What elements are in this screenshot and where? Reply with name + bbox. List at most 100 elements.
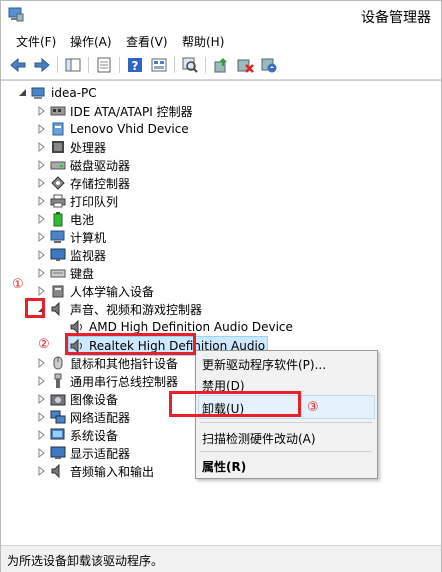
enable-device-icon[interactable] — [260, 56, 278, 74]
menu-item-properties[interactable]: 属性(R) — [202, 458, 246, 475]
tree-root[interactable]: idea-PC — [31, 84, 97, 102]
expand-arrow-icon[interactable] — [37, 231, 47, 243]
expand-arrow-icon[interactable] — [37, 465, 47, 477]
tree-item-audio-io[interactable]: 音频输入和输出 — [50, 462, 154, 480]
tree-item-storage-controllers[interactable]: 存储控制器 — [50, 174, 130, 192]
scan-hardware-icon[interactable] — [181, 56, 199, 74]
tree-item-lenovo-vhid[interactable]: Lenovo Vhid Device — [50, 120, 189, 138]
computer-icon — [50, 230, 65, 243]
expand-arrow-icon[interactable] — [37, 159, 47, 171]
tree-item-label: 监视器 — [70, 248, 107, 263]
hid-device-icon — [52, 122, 64, 136]
tree-item-label: 鼠标和其他指针设备 — [70, 356, 179, 371]
tree-item-usb-controllers[interactable]: 通用串行总线控制器 — [50, 372, 178, 390]
display-adapter-icon — [50, 446, 66, 459]
forward-arrow-icon[interactable] — [33, 56, 51, 74]
update-driver-icon[interactable] — [212, 56, 230, 74]
uninstall-device-icon[interactable] — [236, 56, 254, 74]
expand-arrow-icon[interactable] — [37, 267, 47, 279]
annotation-box-uninstall — [169, 391, 301, 417]
expand-arrow-icon[interactable] — [37, 447, 47, 459]
tree-item-label: 通用串行总线控制器 — [70, 374, 179, 389]
tree-item-ide-ata[interactable]: IDE ATA/ATAPI 控制器 — [50, 102, 193, 120]
expand-arrow-icon[interactable] — [37, 141, 47, 153]
expand-arrow-icon[interactable] — [37, 285, 47, 297]
menu-item-scan-hardware[interactable]: 扫描检测硬件改动(A) — [202, 430, 316, 447]
menu-help[interactable]: 帮助(H) — [182, 33, 224, 50]
show-hide-tree-icon[interactable] — [64, 56, 82, 74]
battery-icon — [53, 212, 63, 227]
expand-arrow-icon[interactable] — [37, 249, 47, 261]
menu-action[interactable]: 操作(A) — [70, 33, 112, 50]
toolbar: ? — [1, 51, 441, 80]
tree-item-keyboards[interactable]: 键盘 — [50, 264, 94, 282]
tree-item-label: 声音、视频和游戏控制器 — [70, 302, 203, 317]
menu-item-update-driver[interactable]: 更新驱动程序软件(P)... — [202, 356, 326, 373]
speaker-icon — [51, 301, 60, 317]
tree-item-label: 处理器 — [70, 140, 107, 155]
menu-separator — [200, 451, 372, 452]
annotation-step-2: ② — [38, 337, 50, 352]
expand-arrow-icon[interactable] — [37, 429, 47, 441]
toolbar-separator — [205, 57, 206, 73]
tree-item-processor[interactable]: 处理器 — [50, 138, 106, 156]
tree-item-label: 磁盘驱动器 — [70, 158, 131, 173]
collapse-arrow-icon[interactable] — [18, 87, 28, 99]
usb-icon — [54, 373, 62, 388]
printer-icon — [50, 194, 66, 208]
expand-arrow-icon[interactable] — [37, 123, 47, 135]
tree-item-imaging-devices[interactable]: 图像设备 — [50, 390, 118, 408]
tree-item-print-queues[interactable]: 打印队列 — [50, 192, 118, 210]
tree-item-sound-video-game[interactable]: 声音、视频和游戏控制器 — [50, 300, 202, 318]
tree-item-label: 网络适配器 — [70, 410, 131, 425]
annotation-step-3: ③ — [307, 400, 319, 415]
tree-item-system-devices[interactable]: 系统设备 — [50, 426, 118, 444]
hid-device-icon — [52, 285, 64, 298]
tree-item-computer[interactable]: 计算机 — [50, 228, 106, 246]
tree-item-label: 键盘 — [70, 266, 95, 281]
back-arrow-icon[interactable] — [9, 56, 27, 74]
svg-text:?: ? — [132, 59, 139, 73]
properties-sheet-icon[interactable] — [95, 56, 113, 74]
tree-item-network-adapters[interactable]: 网络适配器 — [50, 408, 130, 426]
expand-arrow-icon[interactable] — [37, 105, 47, 117]
tree-item-hid[interactable]: 人体学输入设备 — [50, 282, 154, 300]
toolbar-separator — [119, 57, 120, 73]
tree-item-mice[interactable]: 鼠标和其他指针设备 — [50, 354, 178, 372]
menu-view[interactable]: 查看(V) — [126, 33, 168, 50]
tree-item-label: 存储控制器 — [70, 176, 131, 191]
monitor-icon — [50, 248, 66, 261]
annotation-box-device — [65, 333, 196, 355]
view-resources-icon[interactable] — [150, 56, 168, 74]
menu-file[interactable]: 文件(F) — [16, 33, 56, 50]
disk-drive-icon — [50, 161, 66, 170]
help-icon[interactable]: ? — [126, 56, 144, 74]
device-manager-window: 设备管理器 文件(F) 操作(A) 查看(V) 帮助(H) ? idea-PC — [0, 0, 442, 572]
tree-item-label: 计算机 — [70, 230, 107, 245]
tree-root-label: idea-PC — [51, 86, 97, 100]
tree-item-disk-drives[interactable]: 磁盘驱动器 — [50, 156, 130, 174]
expand-arrow-icon[interactable] — [37, 357, 47, 369]
tree-item-monitors[interactable]: 监视器 — [50, 246, 106, 264]
tree-item-label: 图像设备 — [70, 392, 119, 407]
window-title: 设备管理器 — [361, 10, 431, 26]
expand-arrow-icon[interactable] — [37, 195, 47, 207]
tree-item-battery[interactable]: 电池 — [50, 210, 94, 228]
expand-arrow-icon[interactable] — [37, 393, 47, 405]
tree-item-label: 系统设备 — [70, 428, 119, 443]
expand-arrow-icon[interactable] — [37, 213, 47, 225]
mouse-icon — [53, 356, 63, 370]
keyboard-icon — [50, 269, 66, 278]
tree-item-label: 音频输入和输出 — [70, 464, 155, 479]
expand-arrow-icon[interactable] — [37, 375, 47, 387]
computer-icon — [31, 87, 45, 99]
expand-arrow-icon[interactable] — [37, 411, 47, 423]
toolbar-separator — [174, 57, 175, 73]
network-icon — [50, 410, 66, 424]
annotation-box-expander — [25, 298, 45, 318]
device-manager-icon — [8, 7, 24, 22]
tree-item-display-adapters[interactable]: 显示适配器 — [50, 444, 130, 462]
tree-item-label: AMD High Definition Audio Device — [89, 320, 293, 334]
processor-icon — [52, 141, 64, 153]
expand-arrow-icon[interactable] — [37, 177, 47, 189]
